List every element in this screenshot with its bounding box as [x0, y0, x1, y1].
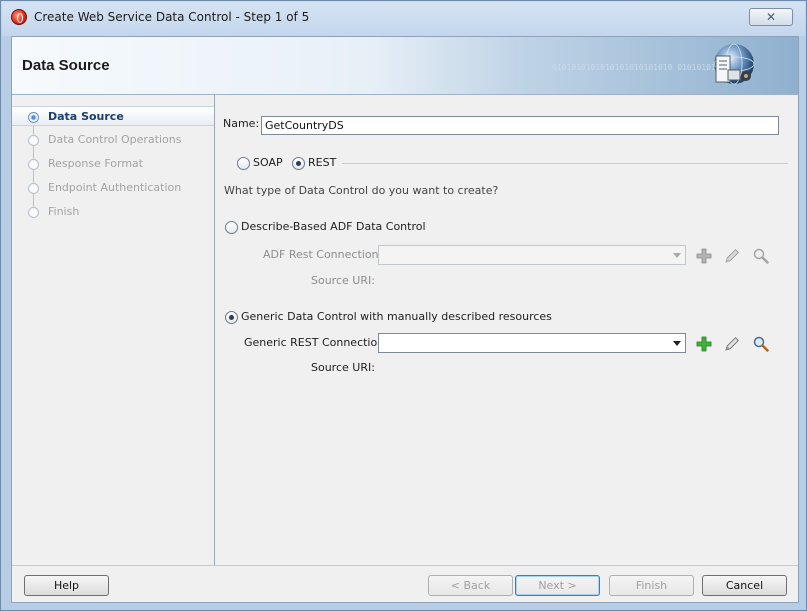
back-button[interactable]: < Back: [428, 575, 513, 596]
generic-radio[interactable]: [225, 311, 238, 324]
nav-step-dot-icon: [28, 183, 39, 194]
generic-rest-connection-select[interactable]: [378, 333, 686, 353]
nav-step-dot-icon: [28, 112, 39, 123]
nav-item-label: Data Control Operations: [48, 133, 182, 146]
type-question: What type of Data Control do you want to…: [224, 184, 499, 197]
page-title: Data Source: [22, 57, 110, 74]
jdeveloper-app-icon: [11, 9, 27, 25]
nav-item-label: Finish: [48, 205, 80, 218]
title-bar[interactable]: Create Web Service Data Control - Step 1…: [2, 2, 805, 36]
wizard-header: Data Source 0101010101010101010101010 01…: [12, 37, 798, 95]
chevron-down-icon: [673, 341, 681, 346]
nav-item-label: Response Format: [48, 157, 144, 170]
nav-item-finish: Finish: [12, 202, 214, 222]
pencil-icon: [725, 249, 739, 263]
adf-source-uri-label: Source URI:: [311, 274, 375, 287]
soap-label[interactable]: SOAP: [253, 156, 283, 169]
globe-server-icon: [713, 43, 755, 85]
plus-icon: [696, 248, 712, 264]
adf-rest-connection-select: [378, 245, 686, 265]
magnifier-icon: [753, 248, 769, 264]
nav-item-data-source[interactable]: Data Source: [12, 106, 214, 126]
wizard-nav: Data Source Data Control Operations Resp…: [12, 95, 215, 565]
plus-icon[interactable]: [695, 335, 713, 353]
soap-radio[interactable]: [237, 157, 250, 170]
next-button[interactable]: Next >: [515, 575, 600, 596]
nav-item-label: Endpoint Authentication: [48, 181, 182, 194]
adf-rest-connection-label: ADF Rest Connection:: [263, 248, 383, 261]
describe-based-radio[interactable]: [225, 221, 238, 234]
chevron-down-icon: [673, 253, 681, 258]
rest-label[interactable]: REST: [308, 156, 336, 169]
generic-source-uri-label: Source URI:: [311, 361, 375, 374]
generic-label[interactable]: Generic Data Control with manually descr…: [241, 310, 552, 323]
dialog-client-area: Data Source 0101010101010101010101010 01…: [11, 36, 799, 603]
close-button[interactable]: ✕: [749, 8, 793, 26]
name-field[interactable]: GetCountryDS: [261, 116, 779, 135]
protocol-separator: [342, 163, 788, 164]
dialog-window: Create Web Service Data Control - Step 1…: [0, 0, 807, 611]
rest-radio[interactable]: [292, 157, 305, 170]
finish-button[interactable]: Finish: [609, 575, 694, 596]
nav-step-dot-icon: [28, 207, 39, 218]
pencil-icon[interactable]: [723, 335, 741, 353]
footer-separator: [12, 565, 798, 566]
nav-step-dot-icon: [28, 135, 39, 146]
describe-based-label[interactable]: Describe-Based ADF Data Control: [241, 220, 426, 233]
window-title: Create Web Service Data Control - Step 1…: [34, 10, 310, 24]
generic-rest-connection-label: Generic REST Connection:: [244, 336, 388, 349]
help-button[interactable]: Help: [24, 575, 109, 596]
magnifier-icon[interactable]: [752, 335, 770, 353]
nav-step-dot-icon: [28, 159, 39, 170]
nav-item-label: Data Source: [48, 110, 124, 123]
cancel-button[interactable]: Cancel: [702, 575, 787, 596]
name-label: Name:: [223, 117, 260, 130]
nav-item-endpoint-authentication: Endpoint Authentication: [12, 178, 214, 198]
nav-item-response-format: Response Format: [12, 154, 214, 174]
nav-item-data-control-operations: Data Control Operations: [12, 130, 214, 150]
